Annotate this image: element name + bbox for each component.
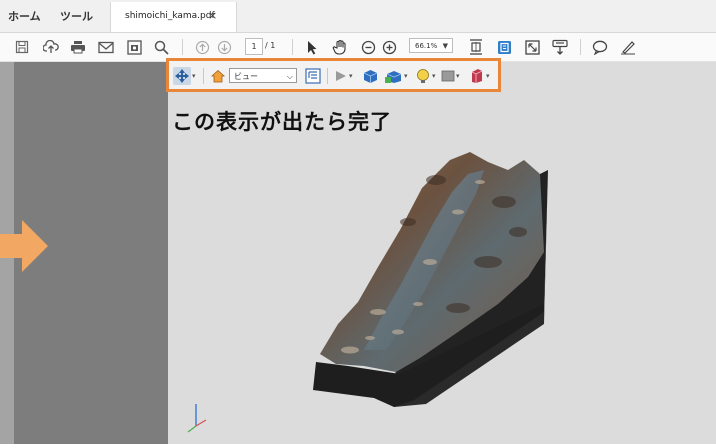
cross-section-icon — [471, 69, 483, 83]
home-view-button[interactable] — [211, 65, 225, 87]
chevron-down-icon: ▾ — [349, 72, 353, 80]
rotate-tool-button[interactable]: ▾ — [173, 65, 196, 87]
toolbar-divider — [580, 39, 581, 55]
zoom-out-icon[interactable] — [358, 37, 378, 57]
sign-icon[interactable] — [618, 37, 638, 57]
zoom-level-value: 66.1% — [415, 42, 438, 50]
chevron-down-icon: ▼ — [442, 42, 448, 50]
lighting-icon — [417, 69, 429, 83]
page-down-icon[interactable] — [214, 37, 234, 57]
render-mode-button[interactable]: ▾ — [385, 65, 408, 87]
axis-gizmo — [187, 404, 207, 433]
play-animation-icon — [336, 71, 346, 81]
model-tree-button[interactable] — [305, 65, 321, 87]
upload-cloud-icon[interactable] — [41, 37, 61, 57]
toolbar-divider — [327, 68, 328, 84]
fullscreen-icon[interactable] — [522, 37, 542, 57]
pointer-arrow-icon — [0, 220, 48, 272]
chevron-down-icon: ▾ — [432, 72, 436, 80]
background-color-icon — [441, 70, 455, 82]
chevron-down-icon: ⌵ — [286, 72, 293, 81]
lighting-button[interactable]: ▾ — [415, 65, 436, 87]
document-tab-label: shimoichi_kama.pdf — [125, 11, 215, 21]
page-up-icon[interactable] — [192, 37, 212, 57]
select-cursor-icon[interactable] — [302, 37, 322, 57]
model-tree-icon — [305, 68, 321, 84]
instruction-caption: この表示が出たら完了 — [172, 110, 392, 134]
toolbar-divider — [292, 39, 293, 55]
read-mode-icon[interactable] — [550, 37, 570, 57]
fit-page-icon[interactable] — [466, 37, 486, 57]
search-icon[interactable] — [151, 37, 171, 57]
hand-icon[interactable] — [330, 37, 350, 57]
view-select[interactable]: ビュー ⌵ — [229, 68, 297, 83]
home-tab[interactable]: ホーム — [8, 8, 41, 24]
screenshot-icon[interactable] — [124, 37, 144, 57]
tab-bar: ホーム ツール shimoichi_kama.pdf × — [0, 0, 716, 33]
play-animation-button[interactable]: ▾ — [334, 65, 353, 87]
chevron-down-icon: ▾ — [486, 72, 490, 80]
view-select-value: ビュー — [234, 72, 258, 81]
comment-icon[interactable] — [590, 37, 610, 57]
chevron-down-icon: ▾ — [192, 72, 196, 80]
chevron-down-icon: ▾ — [404, 72, 408, 80]
page-number-input[interactable]: 1 — [245, 38, 263, 55]
tools-tab[interactable]: ツール — [60, 8, 93, 24]
3d-toolbar: ▾ ビュー ⌵ ▾ ▾ ▾ ▾ ▾ — [166, 58, 501, 92]
mail-icon[interactable] — [96, 37, 116, 57]
save-icon[interactable] — [12, 37, 32, 57]
home-view-icon — [211, 69, 225, 83]
projection-button[interactable] — [363, 65, 378, 87]
toolbar-divider — [203, 68, 204, 84]
page-total: / 1 — [265, 41, 276, 50]
close-tab-icon[interactable]: × — [208, 9, 217, 22]
document-tab[interactable]: shimoichi_kama.pdf × — [110, 2, 237, 32]
render-mode-icon — [385, 70, 402, 83]
projection-icon — [363, 69, 378, 83]
zoom-level-select[interactable]: 66.1% ▼ — [409, 38, 453, 53]
chevron-down-icon: ▾ — [456, 72, 460, 80]
background-color-button[interactable]: ▾ — [441, 65, 460, 87]
scroll-mode-icon[interactable] — [494, 37, 514, 57]
zoom-in-icon[interactable] — [379, 37, 399, 57]
toolbar-divider — [182, 39, 183, 55]
print-icon[interactable] — [68, 37, 88, 57]
rotate-tool-icon — [173, 67, 191, 85]
cross-section-button[interactable]: ▾ — [469, 65, 490, 87]
